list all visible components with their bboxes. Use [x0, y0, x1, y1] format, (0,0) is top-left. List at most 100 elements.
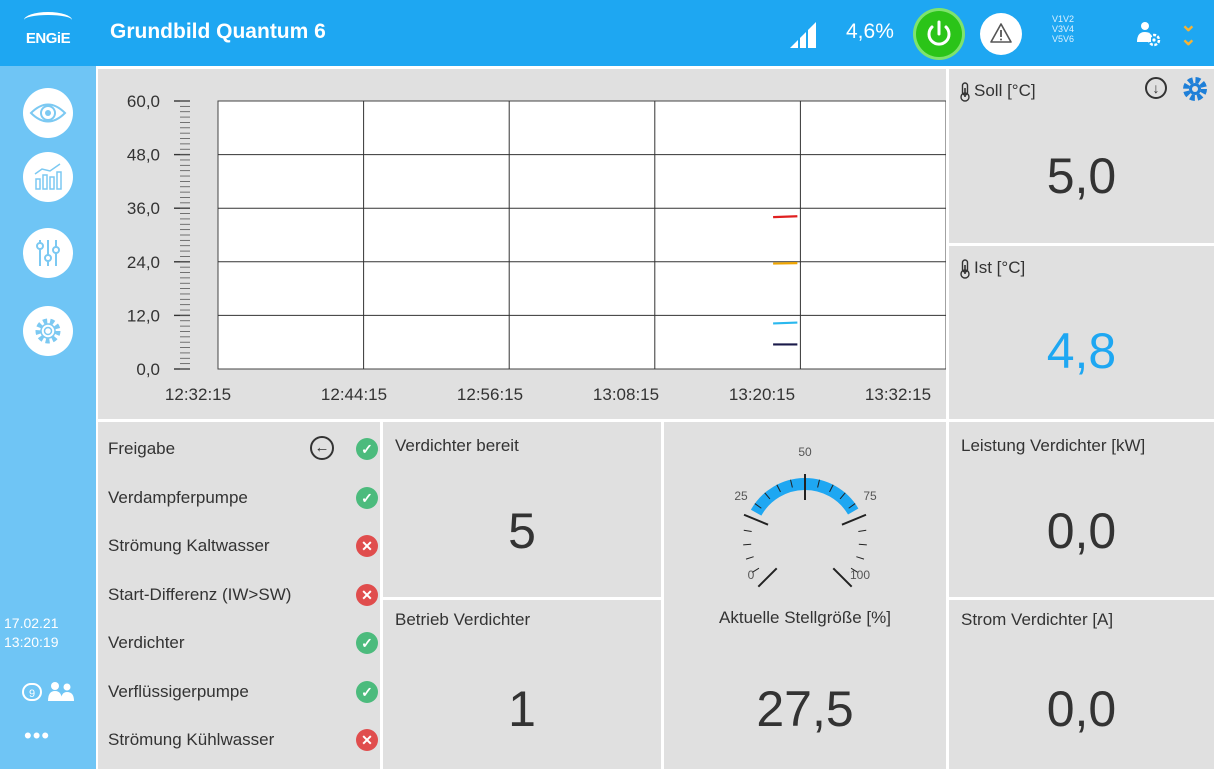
error-icon: ✕ [356, 729, 378, 751]
gauge-minor-tick [858, 529, 867, 533]
status-label: Strömung Kaltwasser [108, 536, 270, 555]
load-percent: 4,6% [846, 20, 894, 43]
compressor-ready-panel: Verdichter bereit 5 [383, 422, 661, 597]
gauge-label-0: 0 [748, 568, 755, 582]
sidebar-item-overview[interactable] [23, 88, 73, 138]
phase-line-2: V3V4 [1052, 24, 1075, 34]
x-tick-label: 12:56:15 [457, 385, 523, 404]
control-value-gauge: 0 25 50 75 100 [734, 445, 877, 588]
gear-icon[interactable] [1181, 75, 1209, 103]
status-label: Strömung Kühlwasser [108, 730, 275, 749]
page-title: Grundbild Quantum 6 [110, 20, 326, 43]
x-tick-label: 12:44:15 [321, 385, 387, 404]
x-tick-label: 13:08:15 [593, 385, 659, 404]
setpoint-panel[interactable]: Soll [°C] ↓ 5,0 [949, 69, 1214, 243]
gauge-major-tick [841, 513, 867, 526]
x-tick-label: 13:20:15 [729, 385, 795, 404]
compressor-power-panel: Leistung Verdichter [kW] 0,0 [949, 422, 1214, 597]
gauge-minor-tick [856, 556, 865, 560]
status-label: Start-Differenz (IW>SW) [108, 584, 292, 604]
control-value-value: 27,5 [756, 681, 854, 737]
series-line [773, 215, 798, 219]
status-label: Freigabe [108, 439, 176, 458]
thermometer-icon [960, 259, 970, 279]
download-icon[interactable]: ↓ [1145, 77, 1167, 99]
gauge-major-tick [757, 567, 778, 588]
sidebar: 17.02.21 13:20:19 9 ••• [0, 66, 96, 769]
check-icon: ✓ [356, 486, 378, 509]
y-tick-label: 0,0 [136, 360, 160, 379]
plot-area [217, 100, 947, 370]
user-count-badge: 9 [22, 683, 42, 701]
actual-temp-label: Ist [°C] [974, 258, 1026, 277]
compressor-operation-label: Betrieb Verdichter [395, 610, 531, 629]
back-arrow-icon[interactable]: ← [310, 436, 334, 460]
phase-line-1: V1V2 [1052, 14, 1075, 24]
power-button[interactable] [916, 11, 962, 57]
gauge-minor-tick [745, 556, 754, 560]
check-icon: ✓ [356, 680, 378, 703]
gauge-label-50: 50 [798, 445, 812, 459]
trend-chart[interactable]: 60,0 48,0 36,0 24,0 12,0 0,0 12:32:15 12:44:15… [98, 69, 947, 419]
series-line [773, 321, 798, 325]
x-tick-label: 12:32:15 [165, 385, 231, 404]
status-row: Verdichter ✓ [108, 628, 378, 658]
sidebar-item-settings[interactable] [23, 306, 73, 356]
status-row: Verdampferpumpe ✓ [108, 483, 378, 513]
error-icon: ✕ [356, 535, 378, 557]
engie-logo[interactable]: ENGiE [18, 12, 78, 54]
gauge-major-tick [832, 567, 853, 588]
y-tick-label: 24,0 [127, 253, 160, 272]
status-row: Freigabe ← ✓ [108, 434, 378, 464]
gauge-label-75: 75 [863, 489, 877, 503]
warning-button[interactable] [980, 13, 1022, 55]
compressor-operation-value: 1 [508, 681, 536, 737]
trend-chart-panel: 60,0 48,0 36,0 24,0 12,0 0,0 12:32:15 12:44:15… [98, 69, 947, 419]
compressor-current-value: 0,0 [1046, 681, 1117, 737]
chevron-down-icon[interactable]: ⌄ ⌄ [1180, 15, 1197, 49]
status-label: Verdampferpumpe [108, 487, 248, 507]
datetime-display: 17.02.21 13:20:19 [0, 614, 96, 652]
phase-indicator[interactable]: V1V2 V3V4 V5V6 [1052, 14, 1074, 44]
gear-icon [35, 318, 61, 344]
gauge-label-100: 100 [850, 568, 870, 582]
signal-icon [790, 22, 816, 48]
setpoint-label: Soll [°C] [974, 81, 1036, 100]
status-row: Start-Differenz (IW>SW) ✕ [108, 580, 378, 610]
user-settings-icon[interactable] [1134, 20, 1162, 48]
top-bar: ENGiE Grundbild Quantum 6 4,6% V1V2 V3V4… [0, 0, 1214, 66]
sidebar-item-trend[interactable] [23, 152, 73, 202]
check-icon: ✓ [356, 438, 378, 460]
control-value-panel: 0 25 50 75 100 Aktuelle Stellgröße [%] 2… [664, 422, 946, 769]
status-label: Verdichter [108, 633, 185, 652]
power-icon [927, 20, 951, 46]
compressor-current-label: Strom Verdichter [A] [961, 610, 1114, 629]
eye-icon [29, 103, 67, 123]
date-label: 17.02.21 [4, 615, 59, 631]
more-menu-button[interactable]: ••• [24, 725, 50, 747]
sliders-icon [36, 240, 60, 266]
compressor-ready-value: 5 [508, 503, 536, 559]
gauge-minor-tick [743, 529, 752, 533]
time-label: 13:20:19 [4, 634, 59, 650]
gauge-minor-tick [743, 543, 752, 546]
actual-temp-value: 4,8 [1046, 323, 1117, 379]
compressor-power-value: 0,0 [1046, 503, 1117, 559]
actual-temp-panel: Ist [°C] 4,8 [949, 246, 1214, 419]
sidebar-item-settings-values[interactable] [23, 228, 73, 278]
status-list-panel: Freigabe ← ✓ Verdampferpumpe ✓ Strömung Kaltw… [98, 422, 380, 769]
phase-line-3: V5V6 [1052, 34, 1075, 44]
check-icon: ✓ [356, 632, 378, 654]
setpoint-value: 5,0 [1046, 148, 1117, 204]
status-label: Verflüssigerpumpe [108, 681, 249, 701]
logo-arc [24, 12, 72, 28]
compressor-power-label: Leistung Verdichter [kW] [961, 436, 1146, 455]
user-count[interactable]: 9 [22, 681, 78, 705]
y-tick-label: 60,0 [127, 92, 160, 111]
y-tick-label: 12,0 [127, 306, 160, 325]
status-row: Strömung Kühlwasser ✕ [108, 725, 378, 755]
gauge-major-tick [743, 513, 769, 526]
thermometer-icon [960, 82, 970, 102]
compressor-operation-panel: Betrieb Verdichter 1 [383, 600, 661, 769]
warning-icon [990, 23, 1012, 43]
